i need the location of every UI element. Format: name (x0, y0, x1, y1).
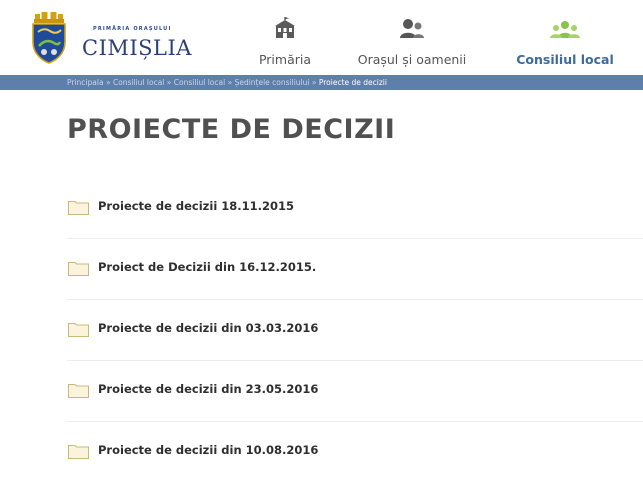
nav-item-consiliul-local[interactable]: Consiliul local (515, 12, 615, 70)
council-icon (550, 21, 580, 38)
breadcrumb-link[interactable]: Principala (67, 78, 104, 87)
folder-item[interactable]: Proiecte de decizii din 23.05.2016 (67, 361, 643, 422)
breadcrumb-separator: » (311, 78, 317, 87)
breadcrumb-separator: » (105, 78, 111, 87)
folder-item[interactable]: Proiecte de decizii 18.11.2015 (67, 178, 643, 239)
folder-link[interactable]: Proiecte de decizii din 23.05.2016 (98, 382, 318, 396)
brand-subtitle: PRIMĂRIA ORAȘULUI (93, 26, 172, 32)
breadcrumb: Principala » Consiliul local » Consiliul… (0, 75, 643, 90)
nav-item-orasul-si-oamenii[interactable]: Orașul și oamenii (343, 12, 481, 70)
folder-icon (68, 323, 89, 337)
breadcrumb-separator: » (166, 78, 172, 87)
nav-label: Orașul și oamenii (357, 52, 467, 67)
breadcrumb-link[interactable]: Consiliul local (174, 78, 225, 87)
breadcrumb-link[interactable]: Consiliul local (113, 78, 164, 87)
folder-link[interactable]: Proiecte de decizii din 03.03.2016 (98, 321, 318, 335)
folder-link[interactable]: Proiect de Decizii din 16.12.2015. (98, 260, 316, 274)
nav-label: Primăria (258, 52, 312, 67)
site-header: PRIMĂRIA ORAȘULUI CIMIȘLIA Primăria Oraș… (0, 0, 643, 75)
building-icon (275, 17, 295, 38)
brand-logo-text[interactable]: CIMIȘLIA (82, 36, 192, 60)
folder-icon (68, 445, 89, 459)
people-icon (400, 19, 424, 38)
folder-list: Proiecte de decizii 18.11.2015 Proiect d… (67, 178, 643, 483)
breadcrumb-link[interactable]: Ședințele consiliului (235, 78, 310, 87)
folder-icon (68, 201, 89, 215)
folder-icon (68, 262, 89, 276)
folder-item[interactable]: Proiecte de decizii din 03.03.2016 (67, 300, 643, 361)
nav-label: Consiliul local (516, 52, 614, 67)
breadcrumb-separator: » (227, 78, 233, 87)
folder-link[interactable]: Proiecte de decizii 18.11.2015 (98, 199, 294, 213)
coat-of-arms-icon[interactable] (30, 12, 68, 64)
nav-item-primaria[interactable]: Primăria (250, 12, 320, 70)
folder-link[interactable]: Proiecte de decizii din 10.08.2016 (98, 443, 318, 457)
folder-item[interactable]: Proiecte de decizii din 10.08.2016 (67, 422, 643, 483)
folder-icon (68, 384, 89, 398)
page-title: PROIECTE DE DECIZII (67, 114, 396, 145)
folder-item[interactable]: Proiect de Decizii din 16.12.2015. (67, 239, 643, 300)
breadcrumb-current: Proiecte de decizii (318, 78, 387, 87)
